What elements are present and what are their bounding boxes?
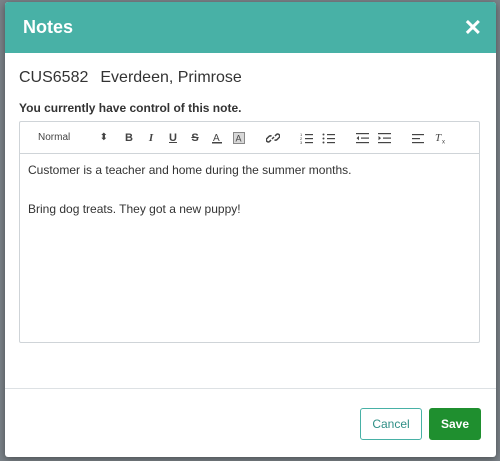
svg-text:A: A bbox=[236, 133, 242, 143]
bullet-list-button[interactable] bbox=[318, 127, 340, 149]
svg-text:x: x bbox=[442, 140, 445, 145]
indent-icon bbox=[378, 132, 391, 143]
cancel-button[interactable]: Cancel bbox=[360, 408, 422, 440]
format-select[interactable]: Normal ⬍ bbox=[38, 132, 108, 143]
modal-header: Notes ✕ bbox=[5, 2, 496, 53]
svg-text:3: 3 bbox=[300, 140, 303, 144]
control-message: You currently have control of this note. bbox=[19, 101, 242, 115]
highlight-icon: A bbox=[233, 131, 245, 144]
clear-format-button[interactable]: Tx bbox=[430, 127, 452, 149]
save-button[interactable]: Save bbox=[429, 408, 481, 440]
text-color-icon: A bbox=[212, 133, 222, 144]
align-left-icon bbox=[412, 133, 424, 143]
italic-button[interactable]: I bbox=[140, 127, 162, 149]
strike-button[interactable]: S bbox=[184, 127, 206, 149]
customer-id: CUS6582 bbox=[19, 69, 89, 86]
note-paragraph: Customer is a teacher and home during th… bbox=[28, 163, 352, 177]
ordered-list-icon: 123 bbox=[300, 132, 313, 144]
svg-text:T: T bbox=[435, 132, 442, 144]
bold-button[interactable]: B bbox=[118, 127, 140, 149]
link-button[interactable] bbox=[262, 127, 284, 149]
outdent-icon bbox=[356, 132, 369, 143]
outdent-button[interactable] bbox=[352, 127, 374, 149]
notes-modal: Notes ✕ CUS6582 Everdeen, Primrose You c… bbox=[5, 2, 496, 457]
close-icon[interactable]: ✕ bbox=[464, 16, 482, 39]
modal-title: Notes bbox=[23, 17, 74, 37]
modal-body: CUS6582 Everdeen, Primrose You currently… bbox=[5, 53, 496, 343]
clear-format-icon: Tx bbox=[435, 132, 445, 145]
bullet-list-icon bbox=[322, 133, 335, 143]
align-button[interactable] bbox=[408, 127, 430, 149]
rich-text-editor: Normal ⬍ B I U S A A 123 T x Customer is… bbox=[19, 121, 480, 343]
underline-button[interactable]: U bbox=[162, 127, 184, 149]
format-select-value: Normal bbox=[38, 132, 71, 143]
select-arrows-icon: ⬍ bbox=[99, 132, 108, 143]
editor-content[interactable]: Customer is a teacher and home during th… bbox=[20, 154, 479, 252]
link-icon bbox=[266, 132, 280, 143]
ordered-list-button[interactable]: 123 bbox=[296, 127, 318, 149]
highlight-button[interactable]: A bbox=[228, 127, 250, 149]
footer-divider bbox=[5, 388, 496, 389]
editor-toolbar: Normal ⬍ B I U S A A 123 T x bbox=[20, 122, 479, 154]
indent-button[interactable] bbox=[374, 127, 396, 149]
text-color-button[interactable]: A bbox=[206, 127, 228, 149]
customer-name: Everdeen, Primrose bbox=[100, 69, 242, 86]
customer-line: CUS6582 Everdeen, Primrose bbox=[19, 69, 482, 87]
note-paragraph: Bring dog treats. They got a new puppy! bbox=[28, 202, 241, 217]
